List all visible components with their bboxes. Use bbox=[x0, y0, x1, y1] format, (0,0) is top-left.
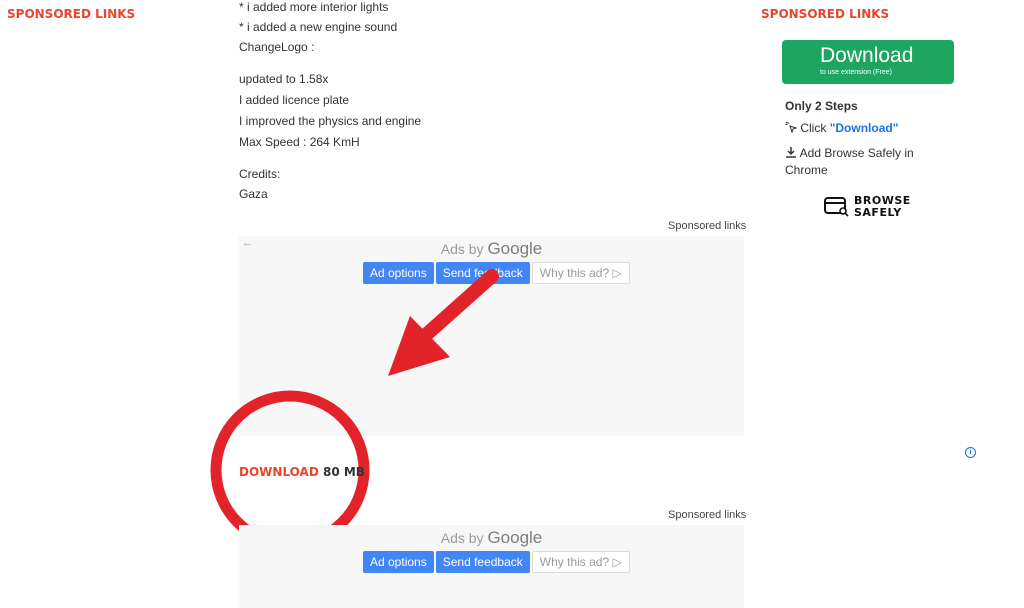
step-1-download-link[interactable]: "Download" bbox=[830, 121, 899, 135]
browse-safely-icon bbox=[824, 197, 849, 217]
ad-info-icon[interactable]: i bbox=[965, 447, 976, 458]
ad-button-row: Ad options Send feedback Why this ad? ▷ bbox=[363, 551, 630, 573]
download-arrow-icon bbox=[785, 146, 800, 160]
send-feedback-button[interactable]: Send feedback bbox=[435, 551, 530, 573]
article-line: * i added more interior lights bbox=[239, 0, 389, 14]
browse-safely-logo: BROWSE SAFELY bbox=[824, 195, 911, 219]
why-this-ad-button[interactable]: Why this ad? ▷ bbox=[531, 262, 630, 284]
download-extension-button[interactable]: Download to use extension (Free) bbox=[782, 40, 954, 84]
article-line: * i added a new engine sound bbox=[239, 20, 398, 34]
article-line: Credits: bbox=[239, 167, 281, 181]
why-this-ad-button[interactable]: Why this ad? ▷ bbox=[531, 551, 630, 573]
ads-by-google: Ads by Google bbox=[239, 528, 744, 548]
download-link[interactable]: DOWNLOAD 80 MB bbox=[239, 465, 365, 479]
left-sponsored-heading: SPONSORED LINKS bbox=[7, 7, 136, 21]
sponsored-links-label-top: Sponsored links bbox=[668, 220, 747, 232]
article-line: Max Speed : 264 KmH bbox=[239, 135, 360, 149]
download-cta-title: Download bbox=[820, 44, 914, 67]
why-this-ad-label: Why this ad? bbox=[539, 555, 610, 569]
step-1: Click "Download" bbox=[785, 121, 898, 135]
article-line: ChangeLogo : bbox=[239, 40, 315, 54]
ads-by-prefix: Ads by bbox=[440, 530, 484, 546]
cursor-click-icon bbox=[785, 121, 800, 135]
why-this-ad-label: Why this ad? bbox=[539, 266, 610, 280]
step-2: Add Browse Safely in Chrome bbox=[785, 145, 935, 179]
right-sponsored-heading: SPONSORED LINKS bbox=[761, 7, 890, 21]
download-label[interactable]: DOWNLOAD bbox=[239, 465, 319, 479]
google-wordmark: Google bbox=[487, 239, 543, 258]
article-line: updated to 1.58x bbox=[239, 72, 329, 86]
download-size: 80 MB bbox=[322, 465, 365, 479]
steps-title: Only 2 Steps bbox=[785, 99, 858, 113]
play-triangle-icon: ▷ bbox=[612, 266, 622, 280]
download-cta-subtitle: to use extension (Free) bbox=[820, 69, 892, 76]
play-triangle-icon: ▷ bbox=[612, 555, 622, 569]
brand-line-2: SAFELY bbox=[854, 206, 902, 219]
article-line: Gaza bbox=[239, 187, 268, 201]
article-line: I improved the physics and engine bbox=[239, 114, 422, 128]
step-2-text: Add Browse Safely in Chrome bbox=[785, 146, 914, 177]
article-line: I added licence plate bbox=[239, 93, 350, 107]
red-arrow-annotation bbox=[388, 269, 499, 376]
google-wordmark: Google bbox=[487, 528, 543, 547]
ads-by-prefix: Ads by bbox=[440, 241, 484, 257]
ad-options-button[interactable]: Ad options bbox=[363, 551, 434, 573]
ads-by-google: Ads by Google bbox=[239, 239, 744, 259]
ad-unit-bottom[interactable]: Ads by Google Ad options Send feedback W… bbox=[239, 525, 744, 608]
step-1-prefix: Click bbox=[800, 121, 827, 135]
sponsored-links-label-bottom: Sponsored links bbox=[668, 509, 747, 521]
